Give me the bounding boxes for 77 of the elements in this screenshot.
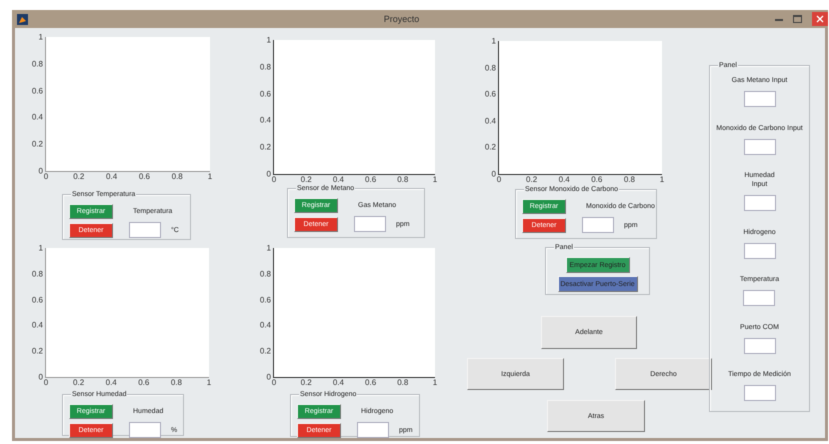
tick-label: 0 [44,172,48,181]
tick-label: 0.4 [32,112,43,122]
input-field[interactable] [744,138,776,154]
tick-label: 0.4 [484,116,496,126]
tick-label: 1 [492,36,496,46]
tick-label: 0.6 [32,295,43,304]
tick-label: 0.6 [32,86,43,96]
tick-label: 0 [38,372,43,382]
tick-label: 0.8 [484,63,496,72]
tick-label: 1 [206,378,212,387]
tick-label: 0.4 [260,320,271,330]
tick-label: 0.8 [172,172,183,181]
tick-label: 0.4 [32,320,43,330]
tick-label: 0.2 [73,378,84,387]
tick-label: 0.4 [558,175,570,184]
tick-label: 0.6 [138,172,150,181]
tick-label: 0.6 [591,175,602,184]
tick-label: 0.6 [260,89,271,98]
tick-label: 0.2 [300,175,312,184]
tick-label: 0.4 [106,378,117,387]
tick-label: 1 [660,175,664,184]
tick-label: 0.2 [526,175,538,184]
input-field[interactable] [744,242,776,258]
input-field[interactable] [743,290,776,306]
tick-label: 0.2 [32,140,43,149]
tick-label: 0.6 [484,90,496,99]
tick-label: 0.8 [170,378,182,387]
tick-label: 1 [38,244,43,252]
tick-label: 0.4 [260,116,271,125]
tick-label: 0.2 [260,142,271,152]
tick-label: 0 [266,372,271,382]
tick-label: 0 [266,170,271,178]
input-field[interactable] [354,216,386,232]
tick-label: 0 [496,175,502,184]
maximize-icon[interactable] [793,15,802,23]
tick-label: 0 [492,170,496,178]
tick-label: 0 [272,378,276,387]
close-button[interactable] [812,12,828,26]
tick-label: 0.6 [138,378,150,387]
input-field[interactable] [744,91,776,107]
app-icon [17,14,28,24]
tick-label: 0.8 [32,269,43,278]
tick-label: 1 [432,175,438,184]
tick-label: 0.6 [260,295,271,304]
tick-label: 0.6 [365,175,376,184]
tick-label: 0.4 [332,175,344,184]
tick-label: 0.2 [260,346,271,356]
input-field[interactable] [129,222,161,238]
tick-label: 1 [432,378,438,387]
tick-label: 0 [38,166,43,176]
tick-label: 0.8 [397,378,408,387]
tick-label: 0 [272,175,276,184]
tick-label: 1 [266,244,271,252]
tick-label: 0.4 [106,172,118,181]
tick-label: 0.2 [32,346,43,356]
tick-label: 0.2 [300,378,312,387]
input-field[interactable] [744,195,776,211]
tick-label: 0.8 [624,175,635,184]
input-field[interactable] [744,385,776,401]
input-field[interactable] [744,338,776,354]
tick-label: 0.8 [260,62,271,72]
tick-label: 0.2 [484,142,496,152]
tick-label: 1 [266,36,271,44]
tick-label: 0.6 [365,378,376,387]
tick-label: 0.4 [332,378,344,387]
minimize-icon[interactable] [775,18,783,20]
input-field[interactable] [357,422,389,438]
input-field[interactable] [582,217,614,233]
tick-label: 0.2 [73,172,84,181]
tick-label: 0.8 [397,175,408,184]
input-field[interactable] [129,422,161,438]
tick-label: 0 [44,378,48,387]
window-title: Proyecto [382,14,420,24]
tick-label: 1 [208,172,212,181]
tick-label: 0.8 [260,269,271,278]
tick-label: 0.8 [32,59,43,68]
tick-label: 1 [38,32,43,42]
